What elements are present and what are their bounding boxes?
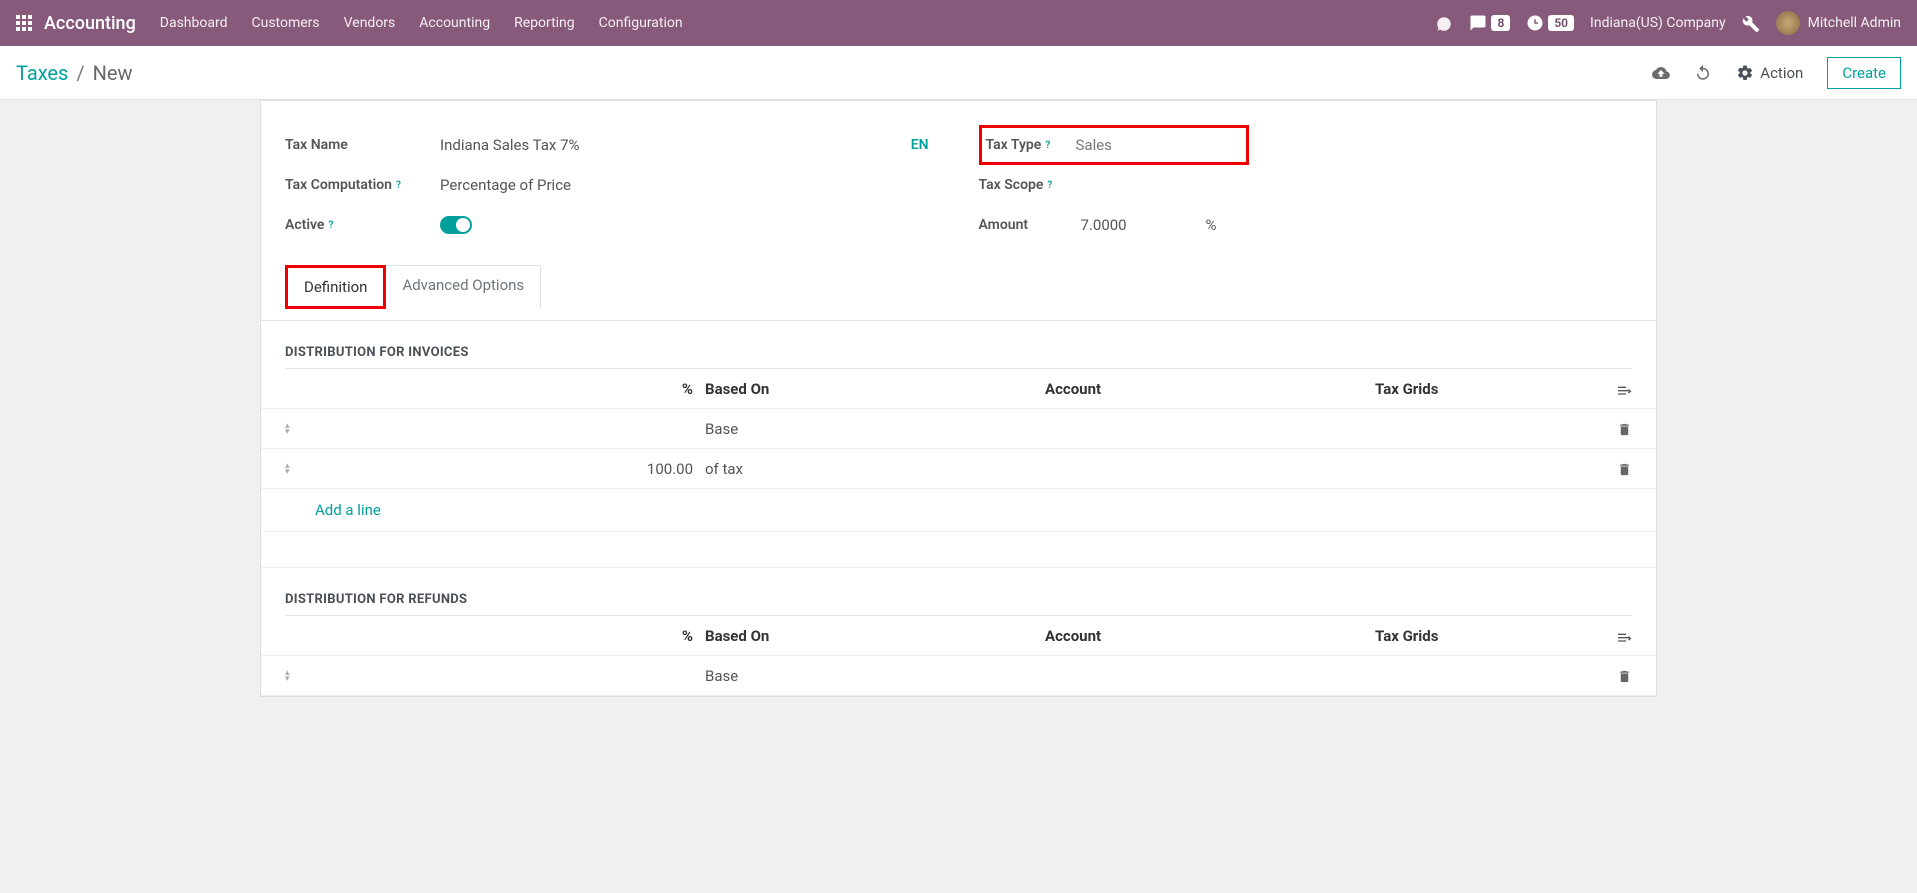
cell-based-on[interactable]: of tax (705, 460, 1045, 478)
delete-row-icon[interactable] (1602, 666, 1632, 685)
nav-right: 8 50 Indiana(US) Company Mitchell Admin (1435, 11, 1901, 35)
brand-label[interactable]: Accounting (44, 13, 136, 34)
messages-button[interactable]: 8 (1469, 14, 1510, 32)
breadcrumb-current: New (93, 61, 133, 85)
nav-dashboard[interactable]: Dashboard (160, 15, 228, 31)
th-tax-grids[interactable]: Tax Grids (1375, 380, 1602, 398)
phone-icon[interactable] (1435, 13, 1453, 33)
columns-settings-icon[interactable] (1602, 626, 1632, 645)
drag-handle-icon[interactable] (285, 463, 315, 475)
tabs: Definition Advanced Options (285, 265, 1632, 309)
drag-handle-icon[interactable] (285, 670, 315, 682)
tax-scope-label: Tax Scope? (979, 177, 1134, 193)
action-dropdown[interactable]: Action (1736, 64, 1803, 82)
breadcrumb-sep: / (76, 61, 84, 85)
nav-configuration[interactable]: Configuration (599, 15, 683, 31)
drag-handle-icon[interactable] (285, 423, 315, 435)
messages-badge: 8 (1491, 15, 1510, 31)
refunds-table: % Based On Account Tax Grids Base (261, 616, 1656, 696)
tax-computation-label: Tax Computation? (285, 177, 440, 193)
activities-badge: 50 (1548, 15, 1574, 31)
user-menu[interactable]: Mitchell Admin (1776, 11, 1901, 35)
columns-settings-icon[interactable] (1602, 379, 1632, 398)
help-icon[interactable]: ? (396, 180, 401, 191)
form-sheet: Tax Name Indiana Sales Tax 7% EN Tax Com… (260, 100, 1657, 697)
nav-customers[interactable]: Customers (252, 15, 320, 31)
tab-definition[interactable]: Definition (285, 265, 386, 309)
help-icon[interactable]: ? (1045, 140, 1050, 151)
amount-label: Amount (979, 217, 1081, 233)
tax-computation-select[interactable]: Percentage of Price (440, 176, 939, 194)
nav-vendors[interactable]: Vendors (344, 15, 396, 31)
th-based-on[interactable]: Based On (705, 627, 1045, 645)
delete-row-icon[interactable] (1602, 459, 1632, 478)
invoices-table: % Based On Account Tax Grids Base 100.00… (261, 369, 1656, 568)
create-button[interactable]: Create (1827, 57, 1901, 89)
add-line-button[interactable]: Add a line (261, 489, 1656, 532)
th-based-on[interactable]: Based On (705, 380, 1045, 398)
apps-icon[interactable] (16, 15, 32, 31)
tax-type-select[interactable]: Sales (1076, 136, 1242, 154)
lang-button[interactable]: EN (911, 137, 929, 153)
top-navigation: Accounting Dashboard Customers Vendors A… (0, 0, 1917, 46)
refunds-section-title: DISTRIBUTION FOR REFUNDS (261, 568, 1656, 615)
invoices-section-title: DISTRIBUTION FOR INVOICES (261, 321, 1656, 368)
amount-input[interactable]: 7.0000 (1081, 216, 1206, 234)
help-icon[interactable]: ? (328, 220, 333, 231)
table-row[interactable]: Base (261, 656, 1656, 696)
tax-type-label: Tax Type? (986, 137, 1076, 153)
user-name: Mitchell Admin (1808, 15, 1901, 31)
debug-icon[interactable] (1742, 13, 1760, 33)
th-pct[interactable]: % (315, 627, 705, 645)
nav-accounting[interactable]: Accounting (419, 15, 490, 31)
tax-type-highlight: Tax Type? Sales (979, 125, 1249, 165)
table-row[interactable]: Base (261, 409, 1656, 449)
tab-advanced-options[interactable]: Advanced Options (386, 265, 541, 309)
avatar (1776, 11, 1800, 35)
cell-based-on[interactable]: Base (705, 420, 1045, 438)
activities-button[interactable]: 50 (1526, 14, 1574, 32)
table-row[interactable]: 100.00 of tax (261, 449, 1656, 489)
company-switch[interactable]: Indiana(US) Company (1590, 15, 1726, 31)
th-account[interactable]: Account (1045, 627, 1375, 645)
delete-row-icon[interactable] (1602, 419, 1632, 438)
nav-items: Dashboard Customers Vendors Accounting R… (160, 15, 1436, 31)
th-account[interactable]: Account (1045, 380, 1375, 398)
amount-unit: % (1206, 216, 1217, 234)
tax-name-input[interactable]: Indiana Sales Tax 7% (440, 136, 911, 154)
control-bar: Taxes / New Action Create (0, 46, 1917, 100)
breadcrumb: Taxes / New (16, 61, 1652, 85)
active-toggle[interactable] (440, 216, 472, 234)
active-label: Active? (285, 217, 440, 233)
nav-reporting[interactable]: Reporting (514, 15, 575, 31)
th-pct[interactable]: % (315, 380, 705, 398)
th-tax-grids[interactable]: Tax Grids (1375, 627, 1602, 645)
cell-based-on[interactable]: Base (705, 667, 1045, 685)
breadcrumb-parent[interactable]: Taxes (16, 61, 68, 85)
cloud-icon[interactable] (1652, 62, 1670, 83)
tax-name-label: Tax Name (285, 137, 440, 153)
cell-pct[interactable]: 100.00 (315, 460, 705, 478)
discard-icon[interactable] (1694, 62, 1712, 83)
help-icon[interactable]: ? (1047, 180, 1052, 191)
